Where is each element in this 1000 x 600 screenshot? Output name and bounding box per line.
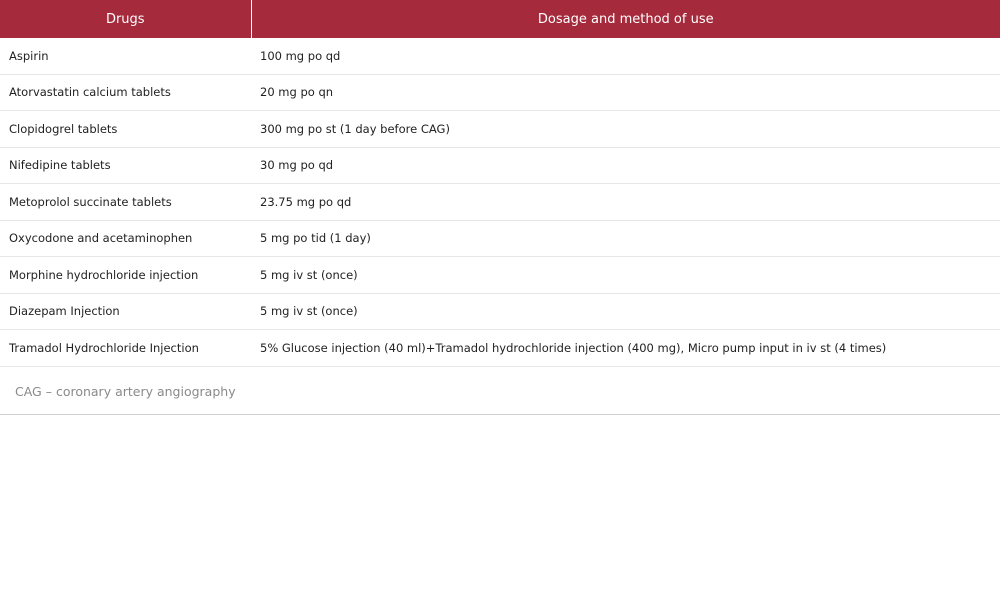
- table-body: Aspirin 100 mg po qd Atorvastatin calciu…: [0, 38, 1000, 367]
- dosage-cell: 300 mg po st (1 day before CAG): [251, 110, 1000, 148]
- drug-name-cell: Morphine hydrochloride injection: [0, 256, 251, 294]
- column-header-drugs: Drugs: [0, 0, 252, 38]
- drug-name-cell: Clopidogrel tablets: [0, 110, 251, 148]
- table-header: Drugs Dosage and method of use: [0, 0, 1000, 38]
- dosage-cell: 5 mg po tid (1 day): [251, 220, 1000, 257]
- dosage-cell: 20 mg po qn: [251, 74, 1000, 111]
- table-row: Clopidogrel tablets 300 mg po st (1 day …: [0, 110, 1000, 148]
- header-row: Drugs Dosage and method of use: [0, 0, 1000, 38]
- drug-table-container: Drugs Dosage and method of use Aspirin 1…: [0, 0, 1000, 415]
- table-row: Atorvastatin calcium tablets 20 mg po qn: [0, 74, 1000, 111]
- table-row: Metoprolol succinate tablets 23.75 mg po…: [0, 183, 1000, 221]
- drug-name-cell: Aspirin: [0, 38, 251, 75]
- dosage-cell: 5% Glucose injection (40 ml)+Tramadol hy…: [251, 329, 1000, 367]
- drug-name-cell: Atorvastatin calcium tablets: [0, 74, 251, 111]
- dosage-cell: 30 mg po qd: [251, 147, 1000, 184]
- table-row: Diazepam Injection 5 mg iv st (once): [0, 293, 1000, 330]
- drug-name-cell: Oxycodone and acetaminophen: [0, 220, 251, 257]
- dosage-cell: 100 mg po qd: [251, 38, 1000, 75]
- column-header-dosage: Dosage and method of use: [251, 0, 1000, 38]
- table-row: Nifedipine tablets 30 mg po qd: [0, 147, 1000, 184]
- drug-name-cell: Metoprolol succinate tablets: [0, 183, 251, 221]
- drug-name-cell: Nifedipine tablets: [0, 147, 251, 184]
- dosage-cell: 5 mg iv st (once): [251, 256, 1000, 294]
- drug-name-cell: Diazepam Injection: [0, 293, 251, 330]
- dosage-cell: 5 mg iv st (once): [251, 293, 1000, 330]
- table-row: Tramadol Hydrochloride Injection 5% Gluc…: [0, 329, 1000, 367]
- drug-name-cell: Tramadol Hydrochloride Injection: [0, 329, 251, 367]
- drug-dosage-table: Drugs Dosage and method of use Aspirin 1…: [0, 0, 1000, 367]
- table-footnote: CAG – coronary artery angiography: [0, 367, 1000, 415]
- table-row: Oxycodone and acetaminophen 5 mg po tid …: [0, 220, 1000, 257]
- table-row: Aspirin 100 mg po qd: [0, 38, 1000, 75]
- table-row: Morphine hydrochloride injection 5 mg iv…: [0, 256, 1000, 294]
- dosage-cell: 23.75 mg po qd: [251, 183, 1000, 221]
